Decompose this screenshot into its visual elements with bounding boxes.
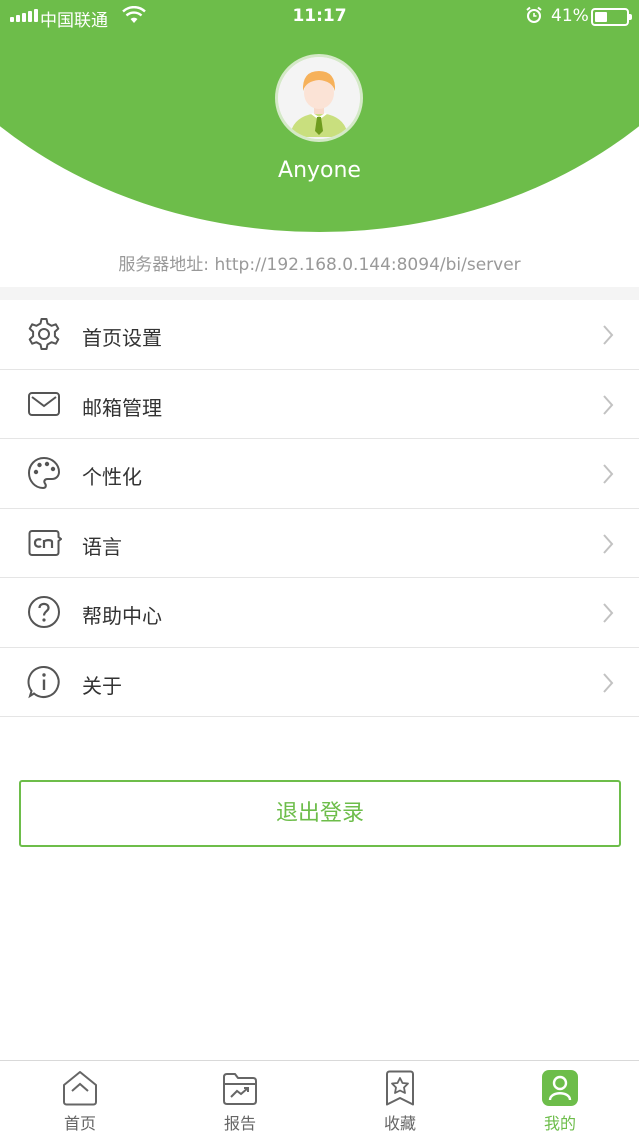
- profile-screen: 中国联通 11:17 41% Anyone 服务器地址: http://192.…: [0, 0, 639, 1136]
- status-time: 11:17: [292, 6, 347, 26]
- chevron-right-icon: [603, 464, 614, 484]
- battery-icon: [591, 8, 632, 26]
- battery-percent: 41%: [551, 6, 589, 26]
- favorites-icon: [386, 1070, 414, 1106]
- chevron-right-icon: [603, 672, 614, 693]
- menu-label: 个性化: [82, 465, 142, 489]
- tab-home[interactable]: 首页: [0, 1061, 160, 1136]
- server-address: 服务器地址: http://192.168.0.144:8094/bi/serv…: [118, 255, 521, 275]
- settings-menu: 首页设置 邮箱管理 个性化 语言 帮助中心 关于: [0, 300, 639, 717]
- menu-label: 帮助中心: [82, 604, 162, 628]
- tab-favorites[interactable]: 收藏: [320, 1061, 480, 1136]
- tab-bar: 首页 报告 收藏 我的: [0, 1060, 639, 1136]
- menu-label: 首页设置: [82, 326, 162, 350]
- profile-icon: [542, 1070, 578, 1106]
- tab-label: 报告: [223, 1114, 256, 1133]
- gear-icon: [28, 318, 60, 350]
- language-cn-icon: [28, 529, 62, 556]
- help-icon: [28, 596, 60, 628]
- chevron-right-icon: [603, 325, 614, 345]
- tab-label: 首页: [63, 1114, 96, 1133]
- section-divider: [0, 287, 639, 300]
- menu-label: 邮箱管理: [82, 395, 162, 420]
- chevron-right-icon: [603, 533, 614, 554]
- menu-label: 关于: [82, 673, 122, 698]
- tab-label: 收藏: [383, 1114, 416, 1133]
- menu-item-about[interactable]: 关于: [0, 648, 639, 717]
- mail-icon: [28, 391, 60, 416]
- info-icon: [27, 665, 60, 698]
- chevron-right-icon: [603, 603, 614, 623]
- menu-item-personalization[interactable]: 个性化: [0, 439, 639, 509]
- tab-mine[interactable]: 我的: [480, 1061, 639, 1136]
- alarm-icon: [525, 6, 543, 29]
- avatar[interactable]: [275, 54, 363, 142]
- user-avatar-icon: [278, 57, 360, 139]
- menu-item-home-settings[interactable]: 首页设置: [0, 300, 639, 370]
- menu-item-language[interactable]: 语言: [0, 509, 639, 578]
- palette-icon: [27, 456, 61, 490]
- tab-report[interactable]: 报告: [160, 1061, 320, 1136]
- username: Anyone: [278, 158, 361, 183]
- home-icon: [63, 1071, 97, 1106]
- logout-button[interactable]: 退出登录: [19, 780, 621, 847]
- menu-item-help-center[interactable]: 帮助中心: [0, 578, 639, 648]
- menu-label: 语言: [82, 534, 122, 559]
- menu-item-mailbox[interactable]: 邮箱管理: [0, 370, 639, 439]
- report-folder-icon: [223, 1073, 257, 1105]
- battery-level-fill: [595, 12, 607, 22]
- tab-label: 我的: [543, 1114, 576, 1133]
- status-bar: 中国联通 11:17 41%: [0, 0, 639, 34]
- chevron-right-icon: [603, 394, 614, 415]
